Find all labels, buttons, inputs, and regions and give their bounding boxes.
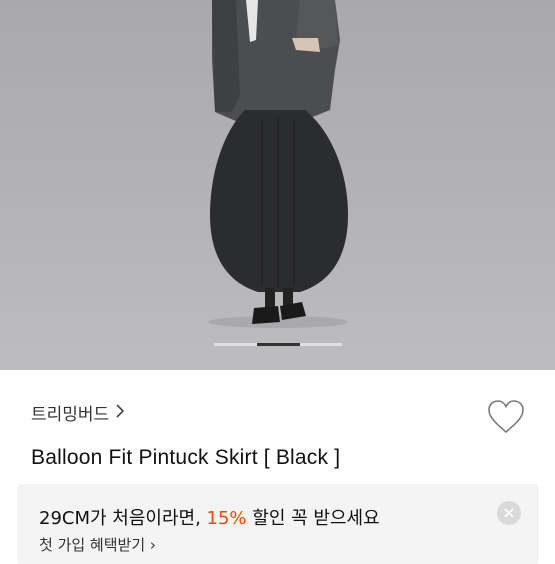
product-photo: [208, 0, 348, 328]
promo-percent: 15%: [206, 508, 247, 529]
wishlist-button[interactable]: [486, 398, 526, 436]
promo-text-before: 29CM가 처음이라면,: [39, 508, 207, 529]
carousel-indicator-active: [257, 343, 300, 346]
promo-banner[interactable]: 29CM가 처음이라면, 15% 할인 꼭 받으세요 첫 가입 혜택받기 ›: [17, 484, 539, 564]
brand-name: 트리밍버드: [31, 405, 110, 425]
brand-link[interactable]: 트리밍버드: [31, 400, 125, 425]
promo-text-after: 할인 꼭 받으세요: [246, 508, 380, 529]
carousel-indicator[interactable]: [214, 343, 342, 346]
close-icon: [504, 508, 514, 518]
chevron-right-icon: [115, 403, 125, 423]
product-title: Balloon Fit Pintuck Skirt [ Black ]: [31, 446, 341, 469]
heart-outline-icon: [488, 400, 524, 434]
promo-close-button[interactable]: [497, 501, 521, 525]
product-image[interactable]: [0, 0, 555, 370]
signup-benefit-link[interactable]: 첫 가입 혜택받기 ›: [39, 534, 156, 555]
promo-headline: 29CM가 처음이라면, 15% 할인 꼭 받으세요: [39, 504, 380, 530]
